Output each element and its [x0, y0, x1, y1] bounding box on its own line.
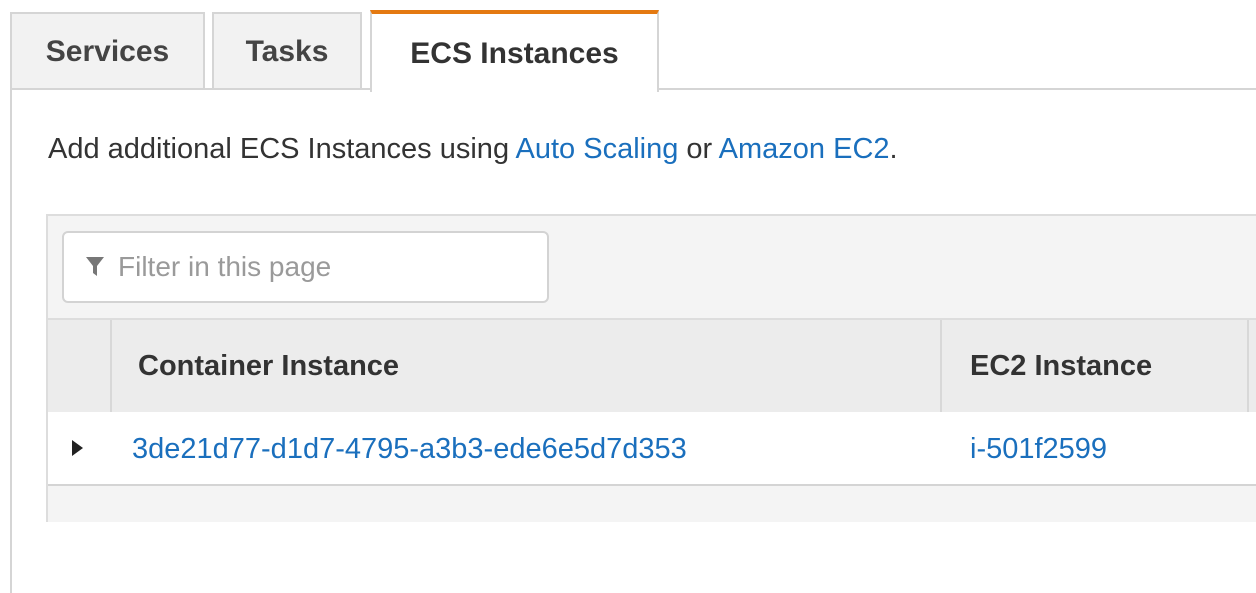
filter-icon: [86, 256, 104, 278]
column-header-ec2-instance[interactable]: EC2 Instance: [944, 320, 1249, 412]
filter-input[interactable]: [118, 251, 498, 283]
tab-ecs-instances[interactable]: ECS Instances: [370, 10, 659, 92]
column-header-container-instance[interactable]: Container Instance: [112, 320, 942, 412]
table-footer: [48, 486, 1256, 522]
info-middle: or: [678, 133, 719, 165]
instances-table: Container Instance EC2 Instance 3de21d77…: [46, 214, 1256, 522]
panel-border: [10, 88, 12, 593]
info-prefix: Add additional ECS Instances using: [48, 133, 516, 165]
tab-services[interactable]: Services: [10, 12, 205, 88]
info-suffix: .: [889, 133, 898, 165]
expand-column-header: [48, 320, 112, 412]
expand-row-icon[interactable]: [72, 440, 83, 456]
filter-box[interactable]: [62, 231, 549, 303]
ec2-instance-link[interactable]: i-501f2599: [970, 412, 1107, 486]
ecs-cluster-panel: Services Tasks ECS Instances Add additio…: [0, 0, 1256, 593]
info-text: Add additional ECS Instances using Auto …: [48, 133, 898, 166]
table-header-row: Container Instance EC2 Instance: [48, 318, 1256, 412]
amazon-ec2-link[interactable]: Amazon EC2: [719, 133, 890, 165]
tab-tasks[interactable]: Tasks: [212, 12, 362, 88]
container-instance-link[interactable]: 3de21d77-d1d7-4795-a3b3-ede6e5d7d353: [132, 412, 687, 486]
auto-scaling-link[interactable]: Auto Scaling: [516, 133, 679, 165]
table-row: 3de21d77-d1d7-4795-a3b3-ede6e5d7d353 i-5…: [48, 412, 1256, 486]
